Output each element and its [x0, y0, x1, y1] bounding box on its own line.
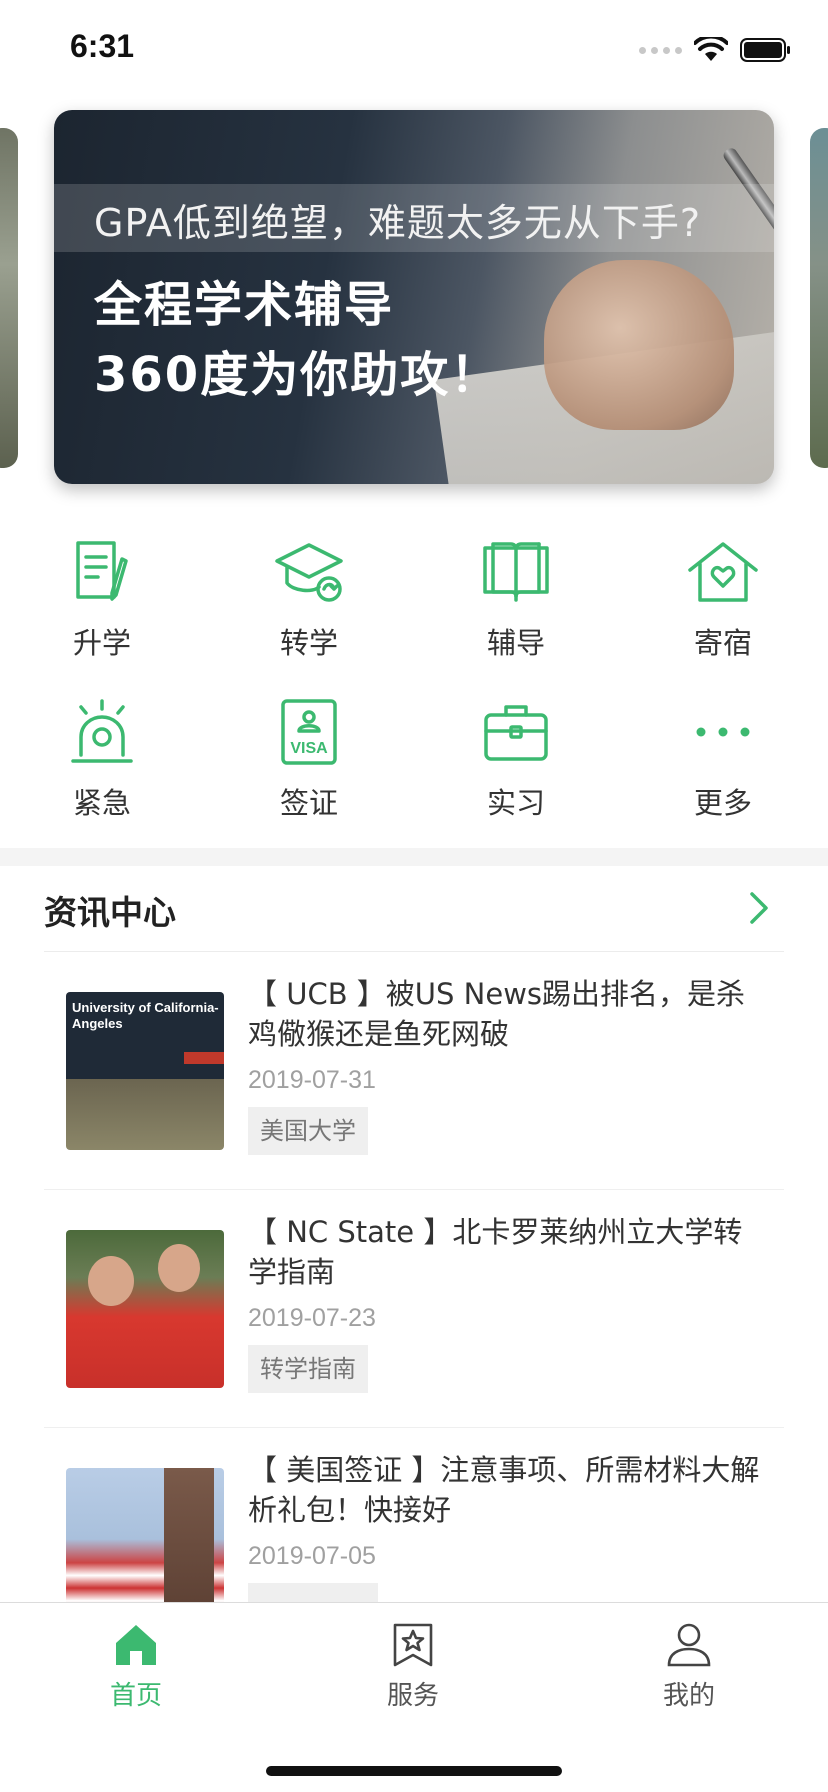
section-divider [0, 848, 828, 866]
service-shixi[interactable]: 实习 [436, 692, 596, 832]
banner-subtitle: GPA低到绝望，难题太多无从下手? [94, 201, 702, 245]
news-date: 2019-07-31 [248, 1066, 376, 1094]
banner-title: 全程学术辅导 360度为你助攻！ [94, 270, 500, 410]
news-item[interactable]: 【 NC State 】北卡罗莱纳州立大学转学指南 2019-07-23 转学指… [44, 1190, 784, 1428]
service-label: 升学 [72, 626, 131, 660]
thumbnail-person [158, 1244, 200, 1292]
news-body: 【 UCB 】被US News踢出排名，是杀鸡儆猴还是鱼死网破 2019-07-… [248, 974, 768, 1155]
news-date: 2019-07-23 [248, 1304, 376, 1332]
news-list: University of California-Angeles 【 UCB 】… [44, 952, 784, 1666]
service-gengduo[interactable]: 更多 [643, 692, 803, 832]
service-label: 实习 [486, 786, 545, 820]
service-zhuanxue[interactable]: 转学 [229, 532, 389, 672]
service-label: 更多 [693, 786, 752, 820]
wifi-icon [694, 37, 728, 61]
service-qianzheng[interactable]: VISA 签证 [229, 692, 389, 832]
book-icon [476, 532, 556, 612]
thumbnail-caption: University of California-Angeles [72, 1000, 219, 1031]
news-thumbnail [66, 1230, 224, 1388]
news-section-title: 资讯中心 [44, 893, 176, 932]
graduation-cap-icon [269, 532, 349, 612]
briefcase-icon [476, 692, 556, 772]
service-label: 签证 [279, 786, 338, 820]
star-bookmark-icon [393, 1623, 433, 1667]
tab-label: 首页 [109, 1681, 162, 1711]
carousel-next-slide[interactable] [810, 128, 828, 468]
promo-banner[interactable]: GPA低到绝望，难题太多无从下手? 全程学术辅导 360度为你助攻！ [54, 110, 774, 484]
thumbnail-person [88, 1256, 134, 1306]
news-item[interactable]: University of California-Angeles 【 UCB 】… [44, 952, 784, 1190]
visa-icon: VISA [269, 692, 349, 772]
service-label: 寄宿 [693, 626, 752, 660]
service-label: 辅导 [486, 626, 545, 660]
news-title: 【 NC State 】北卡罗莱纳州立大学转学指南 [248, 1215, 743, 1289]
more-dots-icon [683, 692, 763, 772]
user-icon [667, 1623, 711, 1667]
news-tag: 转学指南 [248, 1345, 368, 1393]
status-time: 6:31 [70, 28, 135, 64]
tab-label: 我的 [662, 1681, 715, 1711]
banner-hand-graphic [544, 260, 734, 430]
tab-bar: 首页 服务 我的 [0, 1602, 828, 1792]
service-shengxue[interactable]: 升学 [22, 532, 182, 672]
news-body: 【 NC State 】北卡罗莱纳州立大学转学指南 2019-07-23 转学指… [248, 1212, 768, 1393]
document-icon [62, 532, 142, 612]
status-bar: 6:31 [0, 0, 828, 100]
news-title: 【 美国签证 】注意事项、所需材料大解析礼包！快接好 [248, 1453, 760, 1527]
status-icons [639, 34, 792, 66]
service-grid: 升学 转学 辅导 寄宿 紧急 VISA 签证 实习 更多 [0, 520, 828, 820]
thumbnail-red-button [184, 1052, 224, 1064]
service-jinji[interactable]: 紧急 [22, 692, 182, 832]
news-thumbnail: University of California-Angeles [66, 992, 224, 1150]
home-icon [116, 1625, 156, 1665]
news-date: 2019-07-05 [248, 1542, 376, 1570]
home-indicator[interactable] [266, 1766, 562, 1776]
service-jisu[interactable]: 寄宿 [643, 532, 803, 672]
service-label: 紧急 [72, 786, 131, 820]
banner-title-line1: 全程学术辅导 [94, 277, 395, 333]
cellular-signal-icon [639, 46, 682, 54]
tab-services[interactable]: 服务 [333, 1621, 493, 1731]
carousel-prev-slide[interactable] [0, 128, 18, 468]
service-label: 转学 [279, 626, 338, 660]
tab-home[interactable]: 首页 [56, 1621, 216, 1731]
house-heart-icon [683, 532, 763, 612]
svg-text:VISA: VISA [290, 740, 328, 757]
news-tag: 美国大学 [248, 1107, 368, 1155]
service-fudao[interactable]: 辅导 [436, 532, 596, 672]
tab-label: 服务 [386, 1681, 439, 1711]
chevron-right-icon[interactable] [744, 888, 774, 928]
banner-title-line2: 360度为你助攻！ [94, 347, 501, 403]
news-header[interactable]: 资讯中心 [44, 866, 784, 952]
news-title: 【 UCB 】被US News踢出排名，是杀鸡儆猴还是鱼死网破 [248, 977, 746, 1051]
tab-profile[interactable]: 我的 [609, 1621, 769, 1731]
battery-icon [740, 38, 790, 62]
alarm-light-icon [62, 692, 142, 772]
